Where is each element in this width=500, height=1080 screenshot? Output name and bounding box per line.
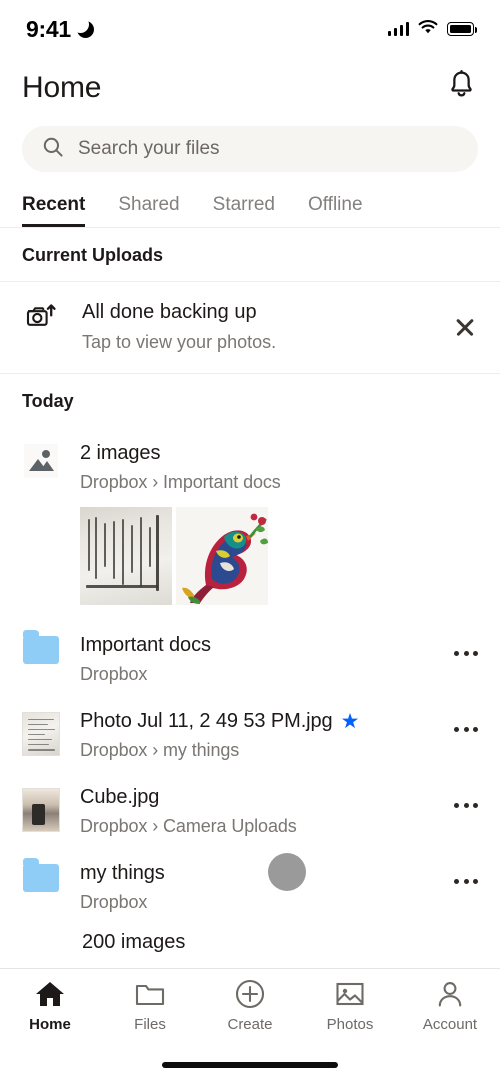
tab-bar-item-home[interactable]: Home xyxy=(0,979,100,1033)
list-item-body: 2 images Dropbox › Important docs xyxy=(80,441,478,609)
close-icon[interactable] xyxy=(452,314,478,340)
tab-bar-item-create[interactable]: Create xyxy=(200,979,300,1033)
search-icon xyxy=(42,136,64,163)
more-options-icon[interactable] xyxy=(454,633,478,656)
list-item-partial[interactable]: 200 images xyxy=(0,923,500,954)
status-bar-left: 9:41 xyxy=(26,15,94,43)
list-item-title: Photo Jul 11, 2 49 53 PM.jpg ★ xyxy=(80,709,434,734)
upload-status-subtitle: Tap to view your photos. xyxy=(82,332,277,352)
cube-thumbnail xyxy=(22,785,60,832)
bell-icon[interactable] xyxy=(447,70,476,106)
status-bar-right xyxy=(387,19,477,40)
search-placeholder: Search your files xyxy=(78,138,220,159)
list-item-subtitle: Dropbox › Camera Uploads xyxy=(80,816,297,836)
tab-bar-item-files[interactable]: Files xyxy=(100,979,200,1033)
home-icon xyxy=(35,979,65,1009)
more-options-icon[interactable] xyxy=(454,709,478,732)
list-item-body: Important docs Dropbox xyxy=(80,633,434,685)
tab-recent[interactable]: Recent xyxy=(22,194,86,227)
list-item-subtitle: Dropbox xyxy=(80,664,148,684)
person-icon xyxy=(436,979,464,1009)
list-item-title-text: Photo Jul 11, 2 49 53 PM.jpg xyxy=(80,710,333,732)
star-icon: ★ xyxy=(340,710,360,733)
tab-bar-label: Photos xyxy=(326,1016,374,1033)
wifi-icon xyxy=(417,19,439,40)
list-item[interactable]: 2 images Dropbox › Important docs xyxy=(0,427,500,619)
camera-upload-icon xyxy=(22,300,60,330)
thumbnail-bird-embroidery[interactable] xyxy=(176,507,268,605)
receipt-thumbnail xyxy=(22,709,60,756)
folder-icon xyxy=(22,630,60,664)
list-item-subtitle: Dropbox › Important docs xyxy=(80,472,281,492)
section-header-current-uploads: Current Uploads xyxy=(22,245,164,265)
list-item-body: Cube.jpg Dropbox › Camera Uploads xyxy=(80,785,434,837)
list-item[interactable]: my things Dropbox xyxy=(0,847,500,923)
list-item-body: my things Dropbox xyxy=(80,861,434,913)
scroll-content: Current Uploads All done backing up Tap … xyxy=(0,228,500,954)
tab-shared[interactable]: Shared xyxy=(118,194,179,227)
thumbnail-receipt[interactable] xyxy=(80,507,172,605)
filter-tabs: Recent Shared Starred Offline xyxy=(0,172,500,227)
tab-offline[interactable]: Offline xyxy=(308,194,363,227)
more-options-icon[interactable] xyxy=(454,861,478,884)
section-header-today: Today xyxy=(22,391,74,411)
tab-starred[interactable]: Starred xyxy=(213,194,275,227)
list-item[interactable]: Cube.jpg Dropbox › Camera Uploads xyxy=(0,771,500,847)
tab-bar-label: Create xyxy=(227,1016,273,1033)
bottom-tab-bar: Home Files Create Photos Account xyxy=(0,968,500,1080)
folder-icon xyxy=(135,979,165,1009)
touch-indicator xyxy=(268,853,306,891)
list-item-title: 2 images xyxy=(80,442,161,464)
status-bar: 9:41 xyxy=(0,0,500,58)
upload-status-title: All done backing up xyxy=(82,301,257,323)
photos-icon xyxy=(335,979,365,1009)
plus-circle-icon xyxy=(235,979,265,1009)
list-item-title: Cube.jpg xyxy=(80,786,160,808)
photo-stack-icon xyxy=(22,441,60,478)
tab-bar-label: Account xyxy=(422,1016,478,1033)
home-indicator[interactable] xyxy=(162,1062,338,1068)
list-item-title: Important docs xyxy=(80,634,211,656)
status-bar-time: 9:41 xyxy=(26,15,71,42)
battery-full-icon xyxy=(447,22,477,36)
folder-icon xyxy=(22,858,60,892)
tab-bar-label: Home xyxy=(29,1016,71,1033)
list-item-body: Photo Jul 11, 2 49 53 PM.jpg ★ Dropbox ›… xyxy=(80,709,434,761)
app-screen: 9:41 Home Search your files Recent Share… xyxy=(0,0,500,1080)
upload-status-banner[interactable]: All done backing up Tap to view your pho… xyxy=(0,282,500,373)
list-item[interactable]: Important docs Dropbox xyxy=(0,619,500,695)
tab-bar-item-photos[interactable]: Photos xyxy=(300,979,400,1033)
tab-bar-label: Files xyxy=(134,1016,166,1033)
more-options-icon[interactable] xyxy=(454,785,478,808)
app-header: Home xyxy=(0,58,500,118)
tab-bar-item-account[interactable]: Account xyxy=(400,979,500,1033)
upload-status-texts: All done backing up Tap to view your pho… xyxy=(82,300,430,353)
list-item-title: my things xyxy=(80,862,165,884)
search-input[interactable]: Search your files xyxy=(22,126,478,172)
list-item-subtitle: Dropbox xyxy=(80,892,148,912)
search-section: Search your files xyxy=(0,118,500,172)
thumbnail-strip[interactable] xyxy=(80,507,478,605)
page-title: Home xyxy=(22,71,102,104)
list-item-subtitle: Dropbox › my things xyxy=(80,740,240,760)
cellular-signal-icon xyxy=(387,22,409,36)
moon-icon xyxy=(71,15,94,38)
list-item[interactable]: Photo Jul 11, 2 49 53 PM.jpg ★ Dropbox ›… xyxy=(0,695,500,771)
